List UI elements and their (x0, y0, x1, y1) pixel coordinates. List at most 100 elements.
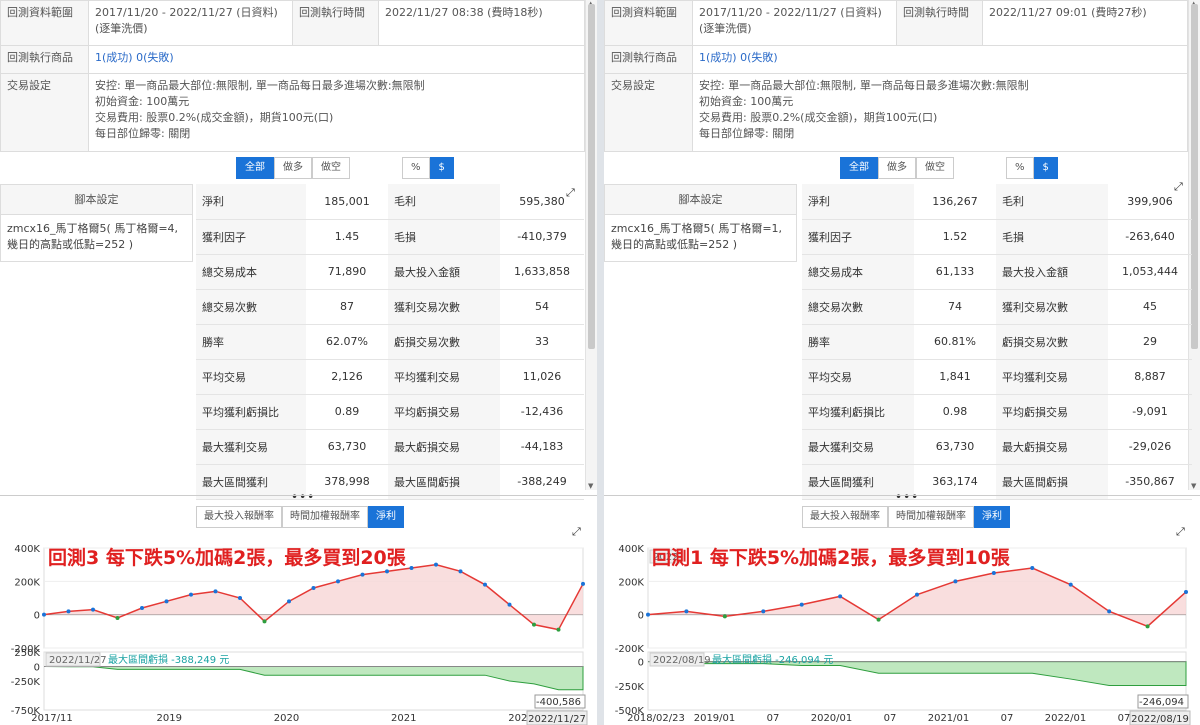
filter-all-button[interactable]: 全部 (840, 157, 878, 179)
exec-label: 回測執行時間 (292, 0, 379, 46)
equity-point (838, 594, 843, 599)
equity-point (434, 562, 438, 567)
stat-label: 平均虧損交易 (388, 394, 500, 430)
x-tick-label: 2021/01 (928, 713, 970, 724)
stat-value: 1.52 (914, 219, 996, 255)
product-fail-link[interactable]: 0(失敗) (740, 51, 778, 64)
x-tick-label: 2021 (391, 713, 416, 724)
stat-value: 63,730 (914, 429, 996, 465)
y-tick-label: 0 (34, 663, 40, 674)
drawdown-label: 最大區間虧損 -246,094 元 (712, 653, 833, 666)
stat-value: 45 (1108, 289, 1192, 325)
stat-value: -9,091 (1108, 394, 1192, 430)
equity-point (991, 571, 996, 575)
stat-value: 378,998 (306, 464, 388, 500)
y-tick-label: -250K (615, 682, 645, 693)
stat-value: 62.07% (306, 324, 388, 360)
script-text: zmcx16_馬丁格爾5( 馬丁格爾=4, 幾日的高點或低點=252 ) (7, 222, 179, 251)
stat-label: 總交易成本 (196, 254, 306, 290)
vertical-scrollbar[interactable]: ▲ ▼ (585, 0, 597, 490)
unit-percent-button[interactable]: % (1006, 157, 1034, 179)
scroll-thumb[interactable] (588, 4, 595, 349)
stat-value: 185,001 (306, 184, 388, 220)
stats-row: 平均交易 2,126 平均獲利交易 11,026 (196, 359, 584, 395)
product-label: 回測執行商品 (604, 45, 693, 74)
equity-point (189, 592, 193, 597)
filter-all-button[interactable]: 全部 (236, 157, 274, 179)
equity-chart: 400K200K0-200K250K0-250K-750K2022/11/27 最… (11, 544, 588, 725)
stat-value: 363,174 (914, 464, 996, 500)
stat-label: 平均虧損交易 (996, 394, 1108, 430)
stat-label: 最大投入金額 (388, 254, 500, 290)
stat-value: 0.89 (306, 394, 388, 430)
stat-label: 獲利因子 (802, 219, 914, 255)
x-tick-label: 07 (1118, 713, 1131, 724)
filter-short-button[interactable]: 做空 (312, 157, 350, 179)
stats-row: 總交易次數 87 獲利交易次數 54 (196, 289, 584, 325)
stat-label: 虧損交易次數 (996, 324, 1108, 360)
resize-handle[interactable]: ••• (895, 490, 919, 504)
stats-row: 獲利因子 1.52 毛損 -263,640 (802, 219, 1192, 255)
backtest-info: 回測資料範圍 2017/11/20 - 2022/11/27 (日資料) (逐筆洗… (0, 0, 585, 153)
equity-point (213, 589, 218, 594)
range-label: 回測資料範圍 (0, 0, 89, 46)
equity-point (1145, 624, 1150, 629)
product-success-link[interactable]: 1(成功) (699, 51, 737, 64)
stat-label: 勝率 (802, 324, 914, 360)
unit-percent-button[interactable]: % (402, 157, 430, 179)
stats-row: 平均獲利虧損比 0.98 平均虧損交易 -9,091 (802, 394, 1192, 430)
product-fail-link[interactable]: 0(失敗) (136, 51, 174, 64)
range-value: 2017/11/20 - 2022/11/27 (日資料) (逐筆洗價) (88, 0, 293, 46)
equity-point (1107, 609, 1112, 614)
stat-value: -29,026 (1108, 429, 1192, 465)
stat-value: -388,249 (500, 464, 584, 500)
stats-row: 淨利 185,001 毛利 595,380 (196, 184, 584, 220)
x-tick-label: 07 (767, 713, 780, 724)
expand-icon[interactable]: ⤢ (1174, 180, 1183, 194)
unit-dollar-button[interactable]: $ (1033, 157, 1058, 179)
equity-point (409, 566, 414, 570)
stat-label: 總交易次數 (802, 289, 914, 325)
stat-value: -410,379 (500, 219, 584, 255)
tab-max-invest-return[interactable]: 最大投入報酬率 (802, 506, 888, 528)
stat-value: 1.45 (306, 219, 388, 255)
scroll-thumb[interactable] (1191, 4, 1198, 349)
equity-point (115, 616, 120, 620)
stat-label: 總交易次數 (196, 289, 306, 325)
tab-net-profit[interactable]: 淨利 (974, 506, 1010, 528)
script-settings: 腳本設定 zmcx16_馬丁格爾5( 馬丁格爾=1, 幾日的高點或低點=252 … (604, 184, 797, 262)
tab-max-invest-return[interactable]: 最大投入報酬率 (196, 506, 282, 528)
equity-point (311, 586, 316, 590)
tab-net-profit[interactable]: 淨利 (368, 506, 404, 528)
stat-label: 最大區間虧損 (996, 464, 1108, 500)
tab-time-weighted-return[interactable]: 時間加權報酬率 (282, 506, 368, 528)
stat-value: 63,730 (306, 429, 388, 465)
stat-label: 毛利 (996, 184, 1108, 220)
stat-value: 11,026 (500, 359, 584, 395)
y-tick-label: 250K (14, 648, 40, 659)
x-tick-label: 2022/01 (1045, 713, 1087, 724)
scroll-down-icon[interactable]: ▼ (588, 482, 593, 490)
stat-label: 總交易成本 (802, 254, 914, 290)
drawdown-date: 2022/11/27 (49, 655, 107, 666)
equity-point (915, 592, 919, 597)
expand-icon[interactable]: ⤢ (566, 186, 575, 200)
stat-value: 29 (1108, 324, 1192, 360)
script-header: 腳本設定 (605, 185, 796, 215)
stat-label: 毛利 (388, 184, 500, 220)
equity-point (385, 569, 389, 574)
pane-splitter[interactable] (597, 0, 604, 725)
stats-row: 淨利 136,267 毛利 399,906 (802, 184, 1192, 220)
stat-value: 54 (500, 289, 584, 325)
stat-value: 2,126 (306, 359, 388, 395)
stat-value: 33 (500, 324, 584, 360)
filter-short-button[interactable]: 做空 (916, 157, 954, 179)
tab-time-weighted-return[interactable]: 時間加權報酬率 (888, 506, 974, 528)
filter-long-button[interactable]: 做多 (878, 157, 916, 179)
exec-label: 回測執行時間 (896, 0, 983, 46)
unit-dollar-button[interactable]: $ (429, 157, 454, 179)
stats-row: 最大區間獲利 378,998 最大區間虧損 -388,249 (196, 464, 584, 500)
resize-handle[interactable]: ••• (291, 490, 315, 504)
filter-long-button[interactable]: 做多 (274, 157, 312, 179)
product-success-link[interactable]: 1(成功) (95, 51, 133, 64)
